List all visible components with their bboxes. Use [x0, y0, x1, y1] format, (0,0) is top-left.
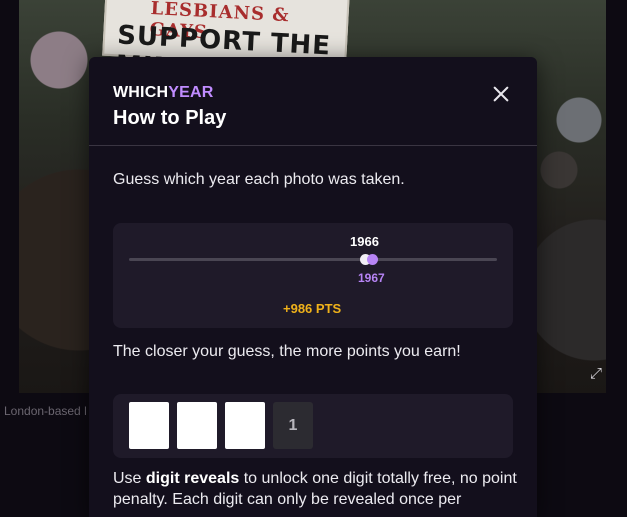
closer-text: The closer your guess, the more points y… — [113, 343, 461, 360]
points-earned: +986 PTS — [283, 301, 342, 316]
close-icon[interactable] — [489, 82, 513, 106]
digit-box-2[interactable] — [177, 402, 217, 449]
modal-title: How to Play — [113, 107, 227, 129]
brand-which: WHICH — [113, 84, 169, 101]
expand-icon[interactable]: ⤢ — [590, 365, 602, 382]
digit-box-3[interactable] — [225, 402, 265, 449]
brand-logo: WHICHYEAR — [113, 84, 213, 102]
digit-reveals-text: Use digit reveals to unlock one digit to… — [113, 468, 517, 510]
photo-caption: London-based l — [4, 404, 87, 418]
digit-box-1[interactable] — [129, 402, 169, 449]
digit-box-revealed: 1 — [273, 402, 313, 449]
example-slider-card: 1966 1967 +986 PTS — [113, 223, 513, 328]
answer-year-label: 1967 — [358, 271, 385, 285]
reveals-prefix: Use — [113, 470, 146, 487]
how-to-play-modal: WHICHYEAR How to Play Guess which year e… — [89, 57, 537, 517]
intro-text: Guess which year each photo was taken. — [113, 171, 405, 188]
year-slider-track[interactable] — [129, 258, 497, 261]
answer-marker — [367, 254, 378, 265]
digit-reveal-example: 1 — [113, 394, 513, 458]
brand-year: YEAR — [168, 84, 214, 101]
modal-header: WHICHYEAR How to Play — [89, 57, 537, 146]
reveals-keyword: digit reveals — [145, 470, 240, 487]
guess-year-label: 1966 — [350, 234, 379, 249]
